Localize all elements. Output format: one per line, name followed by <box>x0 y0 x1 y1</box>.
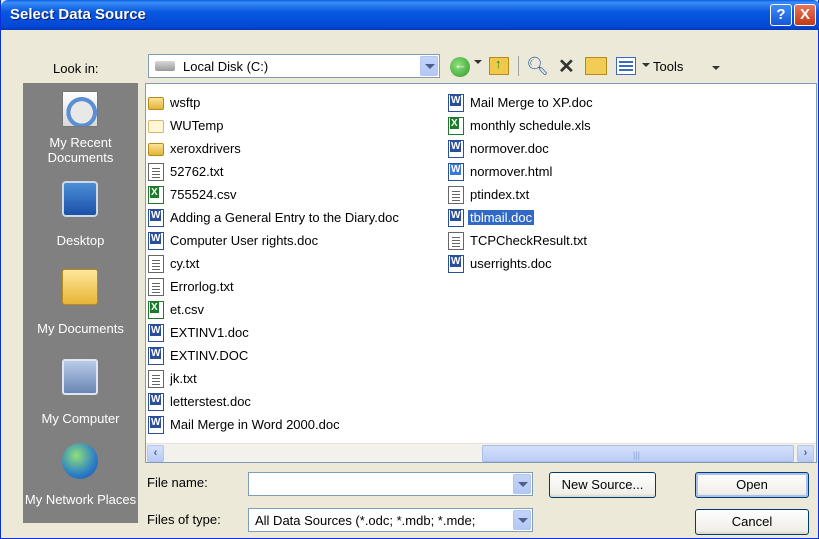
file-name: EXTINV.DOC <box>170 348 249 363</box>
place-my-recent-documents[interactable]: My Recent Documents <box>23 83 138 171</box>
word-file-icon <box>448 140 464 158</box>
file-name: Errorlog.txt <box>170 279 234 294</box>
excel-file-icon <box>148 301 164 319</box>
word-file-icon <box>148 209 164 227</box>
up-one-level-icon[interactable] <box>489 56 509 75</box>
scroll-thumb[interactable]: ||| <box>482 445 794 462</box>
html-file-icon <box>448 163 464 181</box>
chevron-down-icon[interactable] <box>513 510 531 530</box>
excel-file-icon <box>148 186 164 204</box>
folder-icon <box>148 143 164 156</box>
help-button[interactable]: ? <box>770 4 792 26</box>
look-in-value: Local Disk (C:) <box>183 59 269 74</box>
tools-dropdown-arrow-icon[interactable] <box>712 66 720 70</box>
word-file-icon <box>148 324 164 342</box>
scroll-left-arrow-icon[interactable]: ‹ <box>147 445 164 462</box>
folder-icon <box>148 97 164 110</box>
place-label: My Computer <box>41 411 120 426</box>
file-name: EXTINV1.doc <box>170 325 249 340</box>
file-name: Adding a General Entry to the Diary.doc <box>170 210 399 225</box>
file-name: normover.html <box>470 164 553 179</box>
file-name: WUTemp <box>170 118 224 133</box>
file-name-input[interactable] <box>248 472 533 496</box>
chevron-down-icon[interactable] <box>513 474 531 494</box>
word-file-icon <box>448 209 464 227</box>
file-name: wsftp <box>170 95 201 110</box>
look-in-dropdown[interactable]: Local Disk (C:) <box>148 54 440 78</box>
file-name: Mail Merge in Word 2000.doc <box>170 417 340 432</box>
word-file-icon <box>448 255 464 273</box>
file-name: 755524.csv <box>170 187 237 202</box>
close-button[interactable]: X <box>794 4 816 26</box>
word-file-icon <box>148 416 164 434</box>
text-file-icon <box>448 232 464 250</box>
word-file-icon <box>448 94 464 112</box>
search-web-icon[interactable]: 🔍︎ <box>526 56 549 78</box>
file-name: cy.txt <box>170 256 200 271</box>
place-label: My Documents <box>37 321 124 336</box>
file-name: letterstest.doc <box>170 394 251 409</box>
open-button[interactable]: Open <box>695 472 809 498</box>
file-name: Computer User rights.doc <box>170 233 319 248</box>
word-file-icon <box>148 347 164 365</box>
places-bar: My Recent Documents Desktop My Documents… <box>23 83 138 523</box>
file-name: jk.txt <box>170 371 197 386</box>
horizontal-scrollbar[interactable]: ‹ ||| › <box>146 443 816 462</box>
file-type-value: All Data Sources (*.odc; *.mdb; *.mde; <box>255 513 476 528</box>
new-source-button[interactable]: New Source... <box>549 472 656 498</box>
views-icon[interactable] <box>616 57 636 75</box>
file-name: TCPCheckResult.txt <box>470 233 588 248</box>
new-folder-icon[interactable] <box>585 57 607 75</box>
recent-documents-icon <box>62 91 98 127</box>
my-computer-icon <box>62 359 98 395</box>
title-bar[interactable]: Select Data Source ? X <box>1 0 819 30</box>
toolbar-separator <box>518 56 519 76</box>
place-my-documents[interactable]: My Documents <box>23 261 138 349</box>
dialog-title: Select Data Source <box>10 6 146 23</box>
network-places-icon <box>62 443 98 479</box>
place-label: My Recent Documents <box>47 135 114 165</box>
desktop-icon <box>62 181 98 217</box>
file-name: Mail Merge to XP.doc <box>470 95 593 110</box>
scroll-right-arrow-icon[interactable]: › <box>797 445 814 462</box>
file-name-label: File name: <box>147 475 208 490</box>
place-label: Desktop <box>56 233 105 248</box>
chevron-down-icon[interactable] <box>420 56 438 76</box>
place-label: My Network Places <box>24 492 137 507</box>
file-name: tblmail.doc <box>466 209 536 226</box>
file-name: ptindex.txt <box>470 187 530 202</box>
text-file-icon <box>148 163 164 181</box>
text-file-icon <box>448 186 464 204</box>
back-history-arrow-icon[interactable] <box>474 60 482 64</box>
back-icon[interactable] <box>450 57 470 77</box>
place-my-computer[interactable]: My Computer <box>23 351 138 439</box>
place-my-network-places[interactable]: My Network Places <box>23 435 138 523</box>
text-file-icon <box>148 255 164 273</box>
cancel-button[interactable]: Cancel <box>695 509 809 535</box>
local-disk-icon <box>155 61 175 71</box>
my-documents-icon <box>62 269 98 305</box>
place-desktop[interactable]: Desktop <box>23 173 138 261</box>
file-type-label: Files of type: <box>147 512 221 527</box>
tools-menu-button[interactable]: Tools <box>653 59 683 81</box>
file-name: et.csv <box>170 302 204 317</box>
text-file-icon <box>148 278 164 296</box>
folder-icon <box>148 120 164 133</box>
text-file-icon <box>148 370 164 388</box>
look-in-label: Look in: <box>53 61 99 76</box>
excel-file-icon <box>448 117 464 135</box>
file-type-dropdown[interactable]: All Data Sources (*.odc; *.mdb; *.mde; <box>248 508 533 532</box>
file-name: monthly schedule.xls <box>470 118 591 133</box>
file-name: normover.doc <box>470 141 549 156</box>
views-dropdown-arrow-icon[interactable] <box>642 63 650 67</box>
word-file-icon <box>148 232 164 250</box>
grip-icon: ||| <box>633 450 641 460</box>
select-data-source-dialog: Select Data Source ? X Look in: Local Di… <box>0 0 819 539</box>
file-list[interactable]: wsftp WUTemp xeroxdrivers 52762.txt 7555… <box>145 83 817 463</box>
delete-icon[interactable]: ✕ <box>558 54 580 78</box>
word-file-icon <box>148 393 164 411</box>
file-name: xeroxdrivers <box>170 141 241 156</box>
file-name: 52762.txt <box>170 164 224 179</box>
file-name: userrights.doc <box>470 256 552 271</box>
